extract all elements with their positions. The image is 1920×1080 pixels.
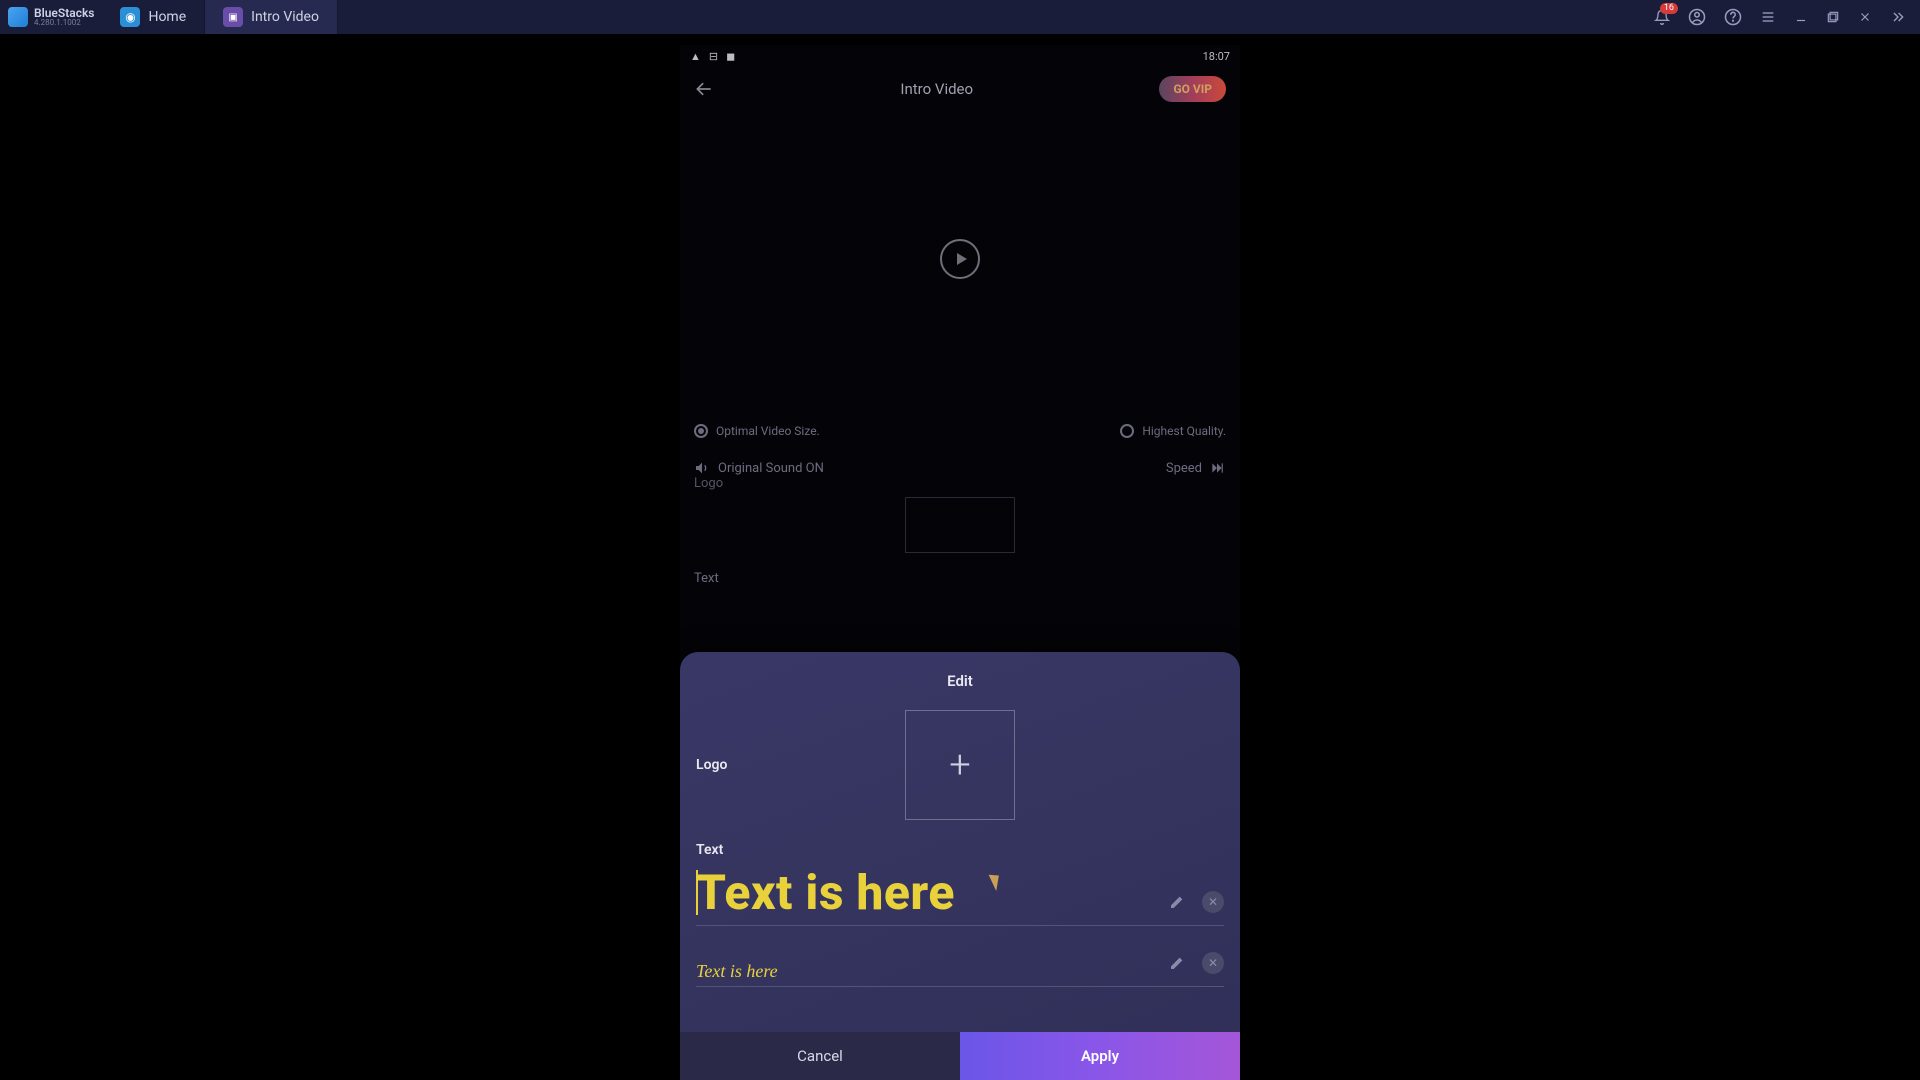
warning-icon: ▲	[690, 50, 701, 63]
maximize-button[interactable]	[1826, 10, 1840, 24]
add-logo-button[interactable]: +	[905, 710, 1015, 820]
account-button[interactable]	[1688, 8, 1706, 26]
help-button[interactable]	[1724, 8, 1742, 26]
logo-section-label: Logo	[694, 476, 1226, 491]
text-row-1: Text is here ✕	[696, 864, 1224, 926]
sheet-title: Edit	[696, 672, 1224, 690]
plus-icon: +	[949, 746, 970, 784]
sound-toggle[interactable]: Original Sound ON	[694, 460, 824, 476]
home-icon: ◉	[120, 7, 140, 27]
clear-text-button[interactable]: ✕	[1202, 891, 1224, 913]
battery-icon: ⊟	[709, 50, 718, 63]
tab-home[interactable]: ◉ Home	[102, 0, 205, 34]
apply-button[interactable]: Apply	[960, 1032, 1240, 1080]
app-version: 4.280.1.1002	[34, 19, 94, 27]
radio-optimal-size[interactable]: Optimal Video Size.	[694, 424, 820, 438]
text-label: Text	[696, 842, 1224, 858]
play-icon	[957, 253, 967, 265]
tab-label: Home	[148, 9, 186, 25]
titlebar: BlueStacks 4.280.1.1002 ◉ Home ▣ Intro V…	[0, 0, 1920, 34]
page-title: Intro Video	[900, 80, 973, 98]
edit-text-button[interactable]	[1166, 952, 1188, 974]
speaker-icon	[694, 460, 710, 476]
radio-icon	[694, 424, 708, 438]
sim-icon: ◼	[726, 50, 735, 63]
clear-text-button[interactable]: ✕	[1202, 952, 1224, 974]
go-vip-button[interactable]: GO VIP	[1159, 76, 1226, 102]
bluestacks-logo: BlueStacks 4.280.1.1002	[0, 7, 102, 27]
minimize-button[interactable]	[1794, 10, 1808, 24]
app-header: Intro Video GO VIP	[680, 67, 1240, 111]
radio-icon	[1120, 424, 1134, 438]
text-input-2[interactable]: Text is here	[696, 961, 1166, 982]
titlebar-actions: 16	[1654, 8, 1920, 26]
tab-label: Intro Video	[251, 9, 319, 25]
expand-sidebar-button[interactable]	[1890, 9, 1906, 25]
text-section-label: Text	[694, 571, 1226, 586]
sheet-buttons: Cancel Apply	[680, 1032, 1240, 1080]
speed-button[interactable]: Speed	[1166, 461, 1226, 476]
status-bar: ▲ ⊟ ◼ 18:07	[680, 45, 1240, 67]
notifications-button[interactable]: 16	[1654, 9, 1670, 25]
tab-intro-video[interactable]: ▣ Intro Video	[205, 0, 338, 34]
notification-badge: 16	[1660, 3, 1678, 14]
status-time: 18:07	[1203, 50, 1230, 63]
close-button[interactable]	[1858, 10, 1872, 24]
logo-placeholder	[905, 497, 1015, 553]
edit-text-button[interactable]	[1166, 891, 1188, 913]
play-button[interactable]	[940, 239, 980, 279]
menu-button[interactable]	[1760, 9, 1776, 25]
edit-sheet: Edit Logo + Text Text is here ✕ Text is …	[680, 652, 1240, 1080]
bluestacks-icon	[8, 7, 28, 27]
fast-forward-icon	[1208, 461, 1226, 475]
back-button[interactable]	[694, 79, 714, 99]
text-input-1[interactable]: Text is here	[696, 864, 1166, 921]
video-preview	[680, 111, 1240, 406]
logo-label: Logo	[696, 757, 766, 773]
intro-video-icon: ▣	[223, 7, 243, 27]
cancel-button[interactable]: Cancel	[680, 1032, 960, 1080]
phone-viewport: ▲ ⊟ ◼ 18:07 Intro Video GO VIP Optimal V…	[680, 45, 1240, 1080]
radio-highest-quality[interactable]: Highest Quality.	[1120, 424, 1226, 438]
text-row-2: Text is here ✕	[696, 952, 1224, 987]
settings-panel: Optimal Video Size. Highest Quality. Ori…	[680, 406, 1240, 586]
